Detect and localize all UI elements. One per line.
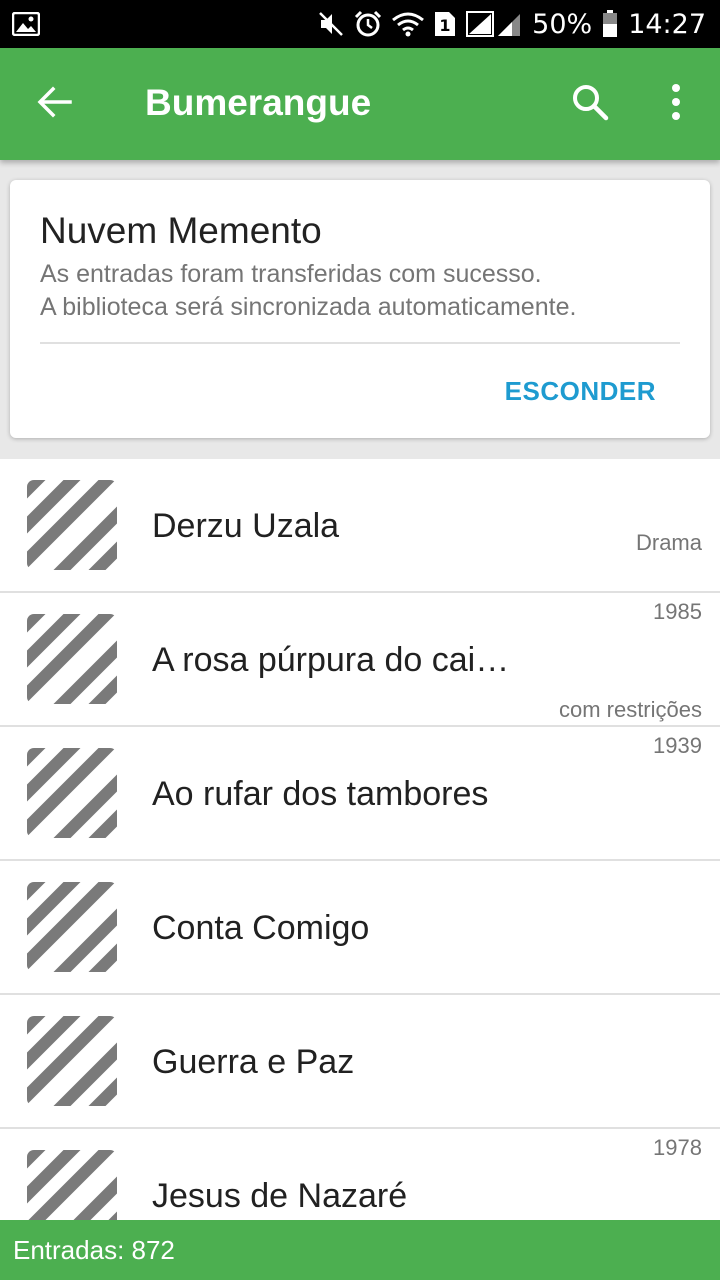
alarm-icon <box>354 10 382 38</box>
wifi-icon <box>392 10 425 38</box>
sync-notice-card: Nuvem Memento As entradas foram transfer… <box>10 180 710 438</box>
item-meta-top: 1939 <box>653 733 702 758</box>
list-item[interactable]: Jesus de Nazaré 1978 <box>0 1129 720 1220</box>
striped-placeholder-icon <box>27 748 117 838</box>
list-item[interactable]: A rosa púrpura do cai… 1985 com restriçõ… <box>0 593 720 727</box>
back-button[interactable] <box>30 80 78 128</box>
striped-placeholder-icon <box>27 1016 117 1106</box>
signal-icon <box>466 10 522 38</box>
item-meta-bottom: Drama <box>635 530 702 555</box>
item-title: Guerra e Paz <box>152 1043 355 1081</box>
more-options-button[interactable] <box>652 80 700 128</box>
hide-button[interactable]: ESCONDER <box>505 376 656 407</box>
item-title: Derzu Uzala <box>152 507 340 545</box>
list-item[interactable]: Ao rufar dos tambores 1939 <box>0 727 720 861</box>
card-message-line1: As entradas foram transferidas com suces… <box>40 260 542 288</box>
entries-count: Entradas: 872 <box>13 1234 175 1265</box>
card-title: Nuvem Memento <box>40 210 322 251</box>
card-divider <box>40 342 680 344</box>
search-icon <box>571 83 609 126</box>
item-meta-bottom: com restrições <box>558 697 702 722</box>
list-item[interactable]: Derzu Uzala Drama <box>0 459 720 593</box>
battery-percent: 50% <box>532 8 593 40</box>
card-message-line2: A biblioteca será sincronizada automatic… <box>40 293 577 321</box>
item-title: Ao rufar dos tambores <box>152 775 489 813</box>
search-button[interactable] <box>566 80 614 128</box>
striped-placeholder-icon <box>27 614 117 704</box>
image-notification-icon <box>12 10 40 38</box>
striped-placeholder-icon <box>27 1150 117 1220</box>
entries-list: Derzu Uzala Drama A rosa púrpura do cai…… <box>0 459 720 1220</box>
list-item[interactable]: Conta Comigo <box>0 861 720 995</box>
battery-icon <box>602 10 618 38</box>
app-bar: Bumerangue <box>0 48 720 160</box>
svg-text:1: 1 <box>440 16 451 35</box>
striped-placeholder-icon <box>27 882 117 972</box>
clock: 14:27 <box>628 8 706 40</box>
sim-icon: 1 <box>434 10 456 38</box>
mute-icon <box>318 10 344 38</box>
item-title: A rosa púrpura do cai… <box>152 641 510 679</box>
app-title: Bumerangue <box>145 82 372 123</box>
status-bar: 1 50% 14:27 <box>0 0 720 48</box>
more-vert-icon <box>671 83 681 125</box>
item-meta-top: 1978 <box>653 1135 702 1160</box>
list-item[interactable]: Guerra e Paz <box>0 995 720 1129</box>
striped-placeholder-icon <box>27 480 117 570</box>
item-meta-top: 1985 <box>653 599 702 624</box>
item-title: Conta Comigo <box>152 909 370 947</box>
entries-count-footer: Entradas: 872 <box>0 1220 720 1280</box>
back-arrow-icon <box>36 86 72 123</box>
item-title: Jesus de Nazaré <box>152 1177 408 1215</box>
